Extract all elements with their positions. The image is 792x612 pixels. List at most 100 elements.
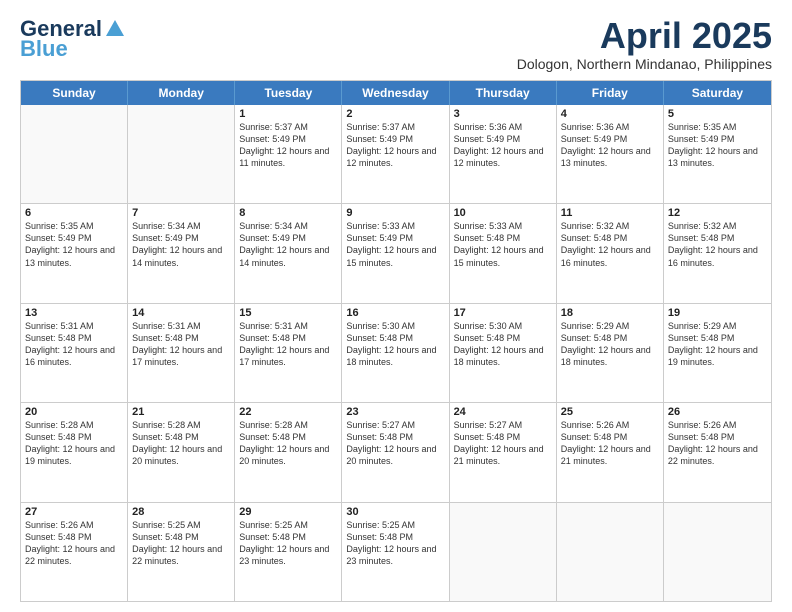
day-number: 10 bbox=[454, 207, 552, 219]
day-number: 27 bbox=[25, 506, 123, 518]
cell-sun-info: Sunrise: 5:34 AMSunset: 5:49 PMDaylight:… bbox=[239, 220, 337, 269]
cell-sun-info: Sunrise: 5:28 AMSunset: 5:48 PMDaylight:… bbox=[25, 419, 123, 468]
calendar-day-header: Saturday bbox=[664, 81, 771, 105]
calendar-day-header: Wednesday bbox=[342, 81, 449, 105]
page: General Blue April 2025 Dologon, Norther… bbox=[0, 0, 792, 612]
title-block: April 2025 Dologon, Northern Mindanao, P… bbox=[517, 16, 772, 72]
calendar-day-header: Sunday bbox=[21, 81, 128, 105]
calendar-week-row: 1Sunrise: 5:37 AMSunset: 5:49 PMDaylight… bbox=[21, 105, 771, 204]
day-number: 15 bbox=[239, 307, 337, 319]
cell-sun-info: Sunrise: 5:31 AMSunset: 5:48 PMDaylight:… bbox=[25, 320, 123, 369]
day-number: 23 bbox=[346, 406, 444, 418]
calendar-cell: 24Sunrise: 5:27 AMSunset: 5:48 PMDayligh… bbox=[450, 403, 557, 501]
cell-sun-info: Sunrise: 5:25 AMSunset: 5:48 PMDaylight:… bbox=[239, 519, 337, 568]
cell-sun-info: Sunrise: 5:34 AMSunset: 5:49 PMDaylight:… bbox=[132, 220, 230, 269]
day-number: 8 bbox=[239, 207, 337, 219]
calendar-cell: 17Sunrise: 5:30 AMSunset: 5:48 PMDayligh… bbox=[450, 304, 557, 402]
calendar-week-row: 6Sunrise: 5:35 AMSunset: 5:49 PMDaylight… bbox=[21, 204, 771, 303]
calendar-cell bbox=[21, 105, 128, 203]
calendar-cell: 2Sunrise: 5:37 AMSunset: 5:49 PMDaylight… bbox=[342, 105, 449, 203]
day-number: 1 bbox=[239, 108, 337, 120]
day-number: 24 bbox=[454, 406, 552, 418]
calendar-week-row: 13Sunrise: 5:31 AMSunset: 5:48 PMDayligh… bbox=[21, 304, 771, 403]
day-number: 5 bbox=[668, 108, 767, 120]
subtitle: Dologon, Northern Mindanao, Philippines bbox=[517, 56, 772, 72]
cell-sun-info: Sunrise: 5:32 AMSunset: 5:48 PMDaylight:… bbox=[668, 220, 767, 269]
calendar-cell: 30Sunrise: 5:25 AMSunset: 5:48 PMDayligh… bbox=[342, 503, 449, 601]
calendar-week-row: 20Sunrise: 5:28 AMSunset: 5:48 PMDayligh… bbox=[21, 403, 771, 502]
day-number: 17 bbox=[454, 307, 552, 319]
day-number: 12 bbox=[668, 207, 767, 219]
calendar-cell: 26Sunrise: 5:26 AMSunset: 5:48 PMDayligh… bbox=[664, 403, 771, 501]
cell-sun-info: Sunrise: 5:35 AMSunset: 5:49 PMDaylight:… bbox=[25, 220, 123, 269]
day-number: 22 bbox=[239, 406, 337, 418]
logo-icon bbox=[104, 18, 126, 40]
cell-sun-info: Sunrise: 5:37 AMSunset: 5:49 PMDaylight:… bbox=[346, 121, 444, 170]
calendar-day-header: Friday bbox=[557, 81, 664, 105]
day-number: 3 bbox=[454, 108, 552, 120]
cell-sun-info: Sunrise: 5:29 AMSunset: 5:48 PMDaylight:… bbox=[561, 320, 659, 369]
day-number: 20 bbox=[25, 406, 123, 418]
cell-sun-info: Sunrise: 5:36 AMSunset: 5:49 PMDaylight:… bbox=[561, 121, 659, 170]
cell-sun-info: Sunrise: 5:35 AMSunset: 5:49 PMDaylight:… bbox=[668, 121, 767, 170]
calendar-day-header: Thursday bbox=[450, 81, 557, 105]
calendar-day-header: Tuesday bbox=[235, 81, 342, 105]
day-number: 29 bbox=[239, 506, 337, 518]
day-number: 2 bbox=[346, 108, 444, 120]
header: General Blue April 2025 Dologon, Norther… bbox=[20, 16, 772, 72]
calendar-cell bbox=[664, 503, 771, 601]
calendar-week-row: 27Sunrise: 5:26 AMSunset: 5:48 PMDayligh… bbox=[21, 503, 771, 601]
calendar-cell bbox=[450, 503, 557, 601]
cell-sun-info: Sunrise: 5:26 AMSunset: 5:48 PMDaylight:… bbox=[561, 419, 659, 468]
calendar-cell: 18Sunrise: 5:29 AMSunset: 5:48 PMDayligh… bbox=[557, 304, 664, 402]
calendar-cell: 5Sunrise: 5:35 AMSunset: 5:49 PMDaylight… bbox=[664, 105, 771, 203]
cell-sun-info: Sunrise: 5:29 AMSunset: 5:48 PMDaylight:… bbox=[668, 320, 767, 369]
calendar-cell: 3Sunrise: 5:36 AMSunset: 5:49 PMDaylight… bbox=[450, 105, 557, 203]
cell-sun-info: Sunrise: 5:30 AMSunset: 5:48 PMDaylight:… bbox=[454, 320, 552, 369]
calendar-cell bbox=[557, 503, 664, 601]
logo: General Blue bbox=[20, 16, 126, 62]
day-number: 30 bbox=[346, 506, 444, 518]
cell-sun-info: Sunrise: 5:37 AMSunset: 5:49 PMDaylight:… bbox=[239, 121, 337, 170]
logo-blue: Blue bbox=[20, 36, 68, 62]
calendar-cell: 25Sunrise: 5:26 AMSunset: 5:48 PMDayligh… bbox=[557, 403, 664, 501]
day-number: 9 bbox=[346, 207, 444, 219]
calendar-cell: 10Sunrise: 5:33 AMSunset: 5:48 PMDayligh… bbox=[450, 204, 557, 302]
cell-sun-info: Sunrise: 5:31 AMSunset: 5:48 PMDaylight:… bbox=[132, 320, 230, 369]
calendar-cell: 1Sunrise: 5:37 AMSunset: 5:49 PMDaylight… bbox=[235, 105, 342, 203]
cell-sun-info: Sunrise: 5:30 AMSunset: 5:48 PMDaylight:… bbox=[346, 320, 444, 369]
calendar-day-header: Monday bbox=[128, 81, 235, 105]
calendar-cell: 15Sunrise: 5:31 AMSunset: 5:48 PMDayligh… bbox=[235, 304, 342, 402]
cell-sun-info: Sunrise: 5:33 AMSunset: 5:49 PMDaylight:… bbox=[346, 220, 444, 269]
calendar-cell: 23Sunrise: 5:27 AMSunset: 5:48 PMDayligh… bbox=[342, 403, 449, 501]
cell-sun-info: Sunrise: 5:26 AMSunset: 5:48 PMDaylight:… bbox=[668, 419, 767, 468]
day-number: 19 bbox=[668, 307, 767, 319]
day-number: 6 bbox=[25, 207, 123, 219]
cell-sun-info: Sunrise: 5:28 AMSunset: 5:48 PMDaylight:… bbox=[239, 419, 337, 468]
calendar-cell: 12Sunrise: 5:32 AMSunset: 5:48 PMDayligh… bbox=[664, 204, 771, 302]
calendar-body: 1Sunrise: 5:37 AMSunset: 5:49 PMDaylight… bbox=[21, 105, 771, 601]
calendar-cell: 6Sunrise: 5:35 AMSunset: 5:49 PMDaylight… bbox=[21, 204, 128, 302]
calendar-cell: 29Sunrise: 5:25 AMSunset: 5:48 PMDayligh… bbox=[235, 503, 342, 601]
day-number: 25 bbox=[561, 406, 659, 418]
calendar-cell: 8Sunrise: 5:34 AMSunset: 5:49 PMDaylight… bbox=[235, 204, 342, 302]
calendar-cell: 14Sunrise: 5:31 AMSunset: 5:48 PMDayligh… bbox=[128, 304, 235, 402]
cell-sun-info: Sunrise: 5:32 AMSunset: 5:48 PMDaylight:… bbox=[561, 220, 659, 269]
cell-sun-info: Sunrise: 5:28 AMSunset: 5:48 PMDaylight:… bbox=[132, 419, 230, 468]
calendar-cell: 13Sunrise: 5:31 AMSunset: 5:48 PMDayligh… bbox=[21, 304, 128, 402]
calendar-cell: 4Sunrise: 5:36 AMSunset: 5:49 PMDaylight… bbox=[557, 105, 664, 203]
day-number: 16 bbox=[346, 307, 444, 319]
calendar-cell: 22Sunrise: 5:28 AMSunset: 5:48 PMDayligh… bbox=[235, 403, 342, 501]
calendar-cell: 7Sunrise: 5:34 AMSunset: 5:49 PMDaylight… bbox=[128, 204, 235, 302]
day-number: 21 bbox=[132, 406, 230, 418]
cell-sun-info: Sunrise: 5:25 AMSunset: 5:48 PMDaylight:… bbox=[132, 519, 230, 568]
calendar-cell: 16Sunrise: 5:30 AMSunset: 5:48 PMDayligh… bbox=[342, 304, 449, 402]
calendar-header-row: SundayMondayTuesdayWednesdayThursdayFrid… bbox=[21, 81, 771, 105]
calendar-cell: 27Sunrise: 5:26 AMSunset: 5:48 PMDayligh… bbox=[21, 503, 128, 601]
day-number: 11 bbox=[561, 207, 659, 219]
cell-sun-info: Sunrise: 5:36 AMSunset: 5:49 PMDaylight:… bbox=[454, 121, 552, 170]
calendar-cell: 11Sunrise: 5:32 AMSunset: 5:48 PMDayligh… bbox=[557, 204, 664, 302]
calendar-cell: 28Sunrise: 5:25 AMSunset: 5:48 PMDayligh… bbox=[128, 503, 235, 601]
day-number: 14 bbox=[132, 307, 230, 319]
calendar-cell: 20Sunrise: 5:28 AMSunset: 5:48 PMDayligh… bbox=[21, 403, 128, 501]
